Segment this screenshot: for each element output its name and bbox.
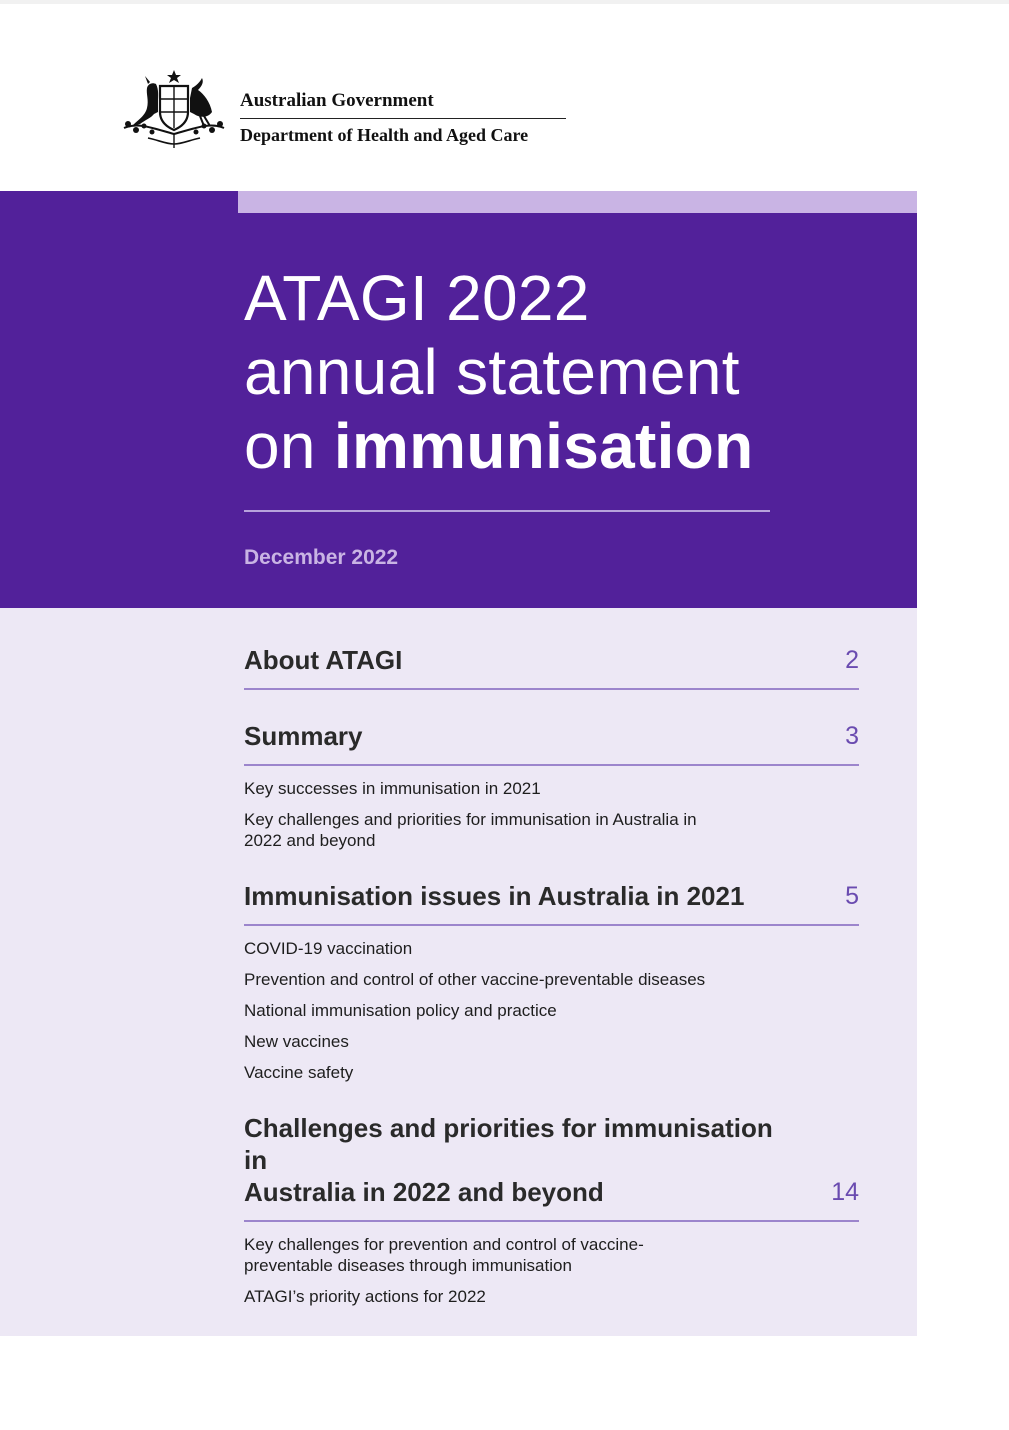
title-line-3-prefix: on: [244, 410, 334, 482]
title-divider: [244, 510, 770, 512]
government-header: Australian Government Department of Heal…: [118, 68, 578, 154]
toc-heading-line-1: Challenges and priorities for immunisati…: [244, 1113, 773, 1175]
toc-item[interactable]: Key successes in immunisation in 2021: [244, 778, 859, 799]
toc-heading-text: Challenges and priorities for immunisati…: [244, 1112, 859, 1208]
toc-items: COVID-19 vaccination Prevention and cont…: [244, 938, 859, 1083]
title-banner: ATAGI 2022 annual statement on immunisat…: [0, 191, 917, 608]
top-edge: [0, 0, 1009, 4]
government-name: Australian Government: [240, 88, 566, 119]
toc-heading-summary[interactable]: Summary 3: [244, 720, 859, 766]
toc-item[interactable]: Key challenges and priorities for immuni…: [244, 809, 724, 851]
toc-item[interactable]: Vaccine safety: [244, 1062, 859, 1083]
toc-item[interactable]: Prevention and control of other vaccine-…: [244, 969, 859, 990]
title-line-2: annual statement: [244, 336, 740, 408]
toc-item[interactable]: National immunisation policy and practic…: [244, 1000, 859, 1021]
toc-heading-line-2: Australia in 2022 and beyond: [244, 1177, 604, 1207]
toc-section-summary: Summary 3 Key successes in immunisation …: [244, 720, 859, 861]
table-of-contents: About ATAGI 2 Summary 3 Key successes in…: [0, 608, 917, 1336]
coat-of-arms-icon: [123, 70, 225, 148]
toc-heading-issues[interactable]: Immunisation issues in Australia in 2021…: [244, 880, 859, 926]
title-line-1: ATAGI 2022: [244, 262, 590, 334]
publication-date: December 2022: [244, 546, 399, 569]
toc-section-challenges: Challenges and priorities for immunisati…: [244, 1112, 859, 1317]
toc-heading-challenges[interactable]: Challenges and priorities for immunisati…: [244, 1112, 859, 1222]
toc-heading-text: Immunisation issues in Australia in 2021: [244, 881, 745, 911]
toc-items: Key successes in immunisation in 2021 Ke…: [244, 778, 859, 851]
toc-item[interactable]: COVID-19 vaccination: [244, 938, 859, 959]
toc-page-number: 3: [845, 722, 859, 750]
toc-item[interactable]: Key challenges for prevention and contro…: [244, 1234, 694, 1276]
title-accent-bar: [238, 191, 917, 213]
government-wordmark: Australian Government Department of Heal…: [240, 88, 566, 147]
toc-page-number: 14: [831, 1178, 859, 1206]
toc-page-number: 5: [845, 882, 859, 910]
toc-item[interactable]: ATAGI’s priority actions for 2022: [244, 1286, 859, 1307]
toc-heading-text: About ATAGI: [244, 645, 403, 675]
toc-heading-about[interactable]: About ATAGI 2: [244, 644, 859, 690]
document-title: ATAGI 2022 annual statement on immunisat…: [244, 261, 754, 483]
toc-section-issues: Immunisation issues in Australia in 2021…: [244, 880, 859, 1093]
toc-page-number: 2: [845, 646, 859, 674]
toc-section-about: About ATAGI 2: [244, 644, 859, 690]
toc-heading-text: Summary: [244, 721, 363, 751]
title-line-3-bold: immunisation: [333, 410, 754, 482]
department-name: Department of Health and Aged Care: [240, 125, 529, 145]
toc-item[interactable]: New vaccines: [244, 1031, 859, 1052]
toc-items: Key challenges for prevention and contro…: [244, 1234, 859, 1307]
